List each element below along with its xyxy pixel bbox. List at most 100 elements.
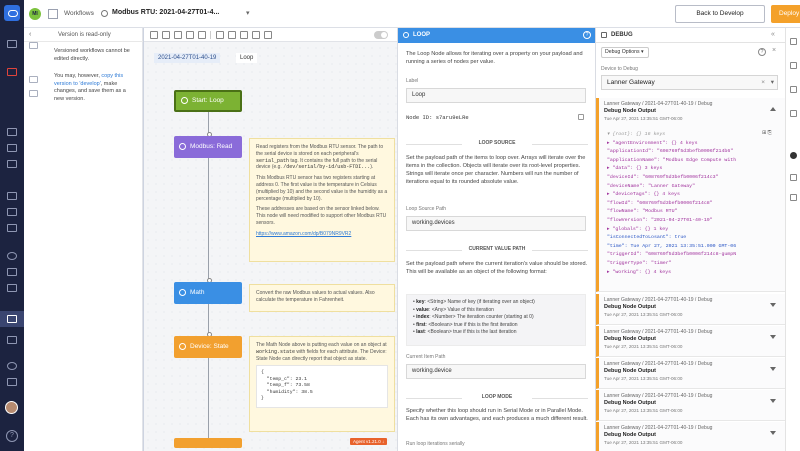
chevron-up-icon[interactable] <box>770 107 776 111</box>
collapse-panel-icon[interactable]: « <box>771 31 775 38</box>
json-row[interactable]: "triggerId": "608769f5d3befb0006f214c8-g… <box>607 251 783 260</box>
label-input[interactable]: Loop <box>406 88 586 103</box>
debug-message-collapsed[interactable]: Lanner Gateway / 2021-04-27T01-40-19 / D… <box>596 358 785 389</box>
math-comment-note[interactable]: Convert the raw Modbus values to actual … <box>249 284 395 312</box>
loop-source-input[interactable]: working.devices <box>406 216 586 231</box>
chevron-down-icon[interactable] <box>770 303 776 307</box>
device-state-node[interactable]: Device: State <box>174 336 242 358</box>
globals-icon[interactable] <box>790 86 797 93</box>
experience-icon[interactable] <box>7 192 17 200</box>
start-loop-node[interactable]: Start: Loop <box>174 90 242 112</box>
modbus-read-node[interactable]: Modbus: Read <box>174 136 242 158</box>
help-icon[interactable]: ? <box>6 430 18 442</box>
json-row[interactable]: ▸ "deviceTags": {} 4 keys <box>607 191 783 200</box>
json-row[interactable]: "time": Tue Apr 27, 2021 13:35:51.000 GM… <box>607 243 783 252</box>
state-comment-note[interactable]: The Math Node above is putting each valu… <box>249 336 395 432</box>
resource-jobs-icon[interactable] <box>7 268 17 276</box>
logic-icon[interactable] <box>29 90 38 97</box>
chevron-down-icon[interactable] <box>770 367 776 371</box>
chevron-down-icon[interactable]: ▾ <box>246 9 250 17</box>
notebooks-icon[interactable] <box>7 252 17 260</box>
debug-message-collapsed[interactable]: Lanner Gateway / 2021-04-27T01-40-19 / D… <box>596 326 785 357</box>
info-icon[interactable] <box>790 152 797 159</box>
triggers-icon[interactable] <box>29 76 38 83</box>
grid-icon[interactable] <box>264 31 272 39</box>
timer-icon[interactable] <box>790 110 797 117</box>
files-icon[interactable] <box>7 208 17 216</box>
settings-icon[interactable] <box>790 38 797 45</box>
tab-version[interactable]: 2021-04-27T01-40-19 <box>154 53 221 63</box>
modbus-comment-note[interactable]: Read registers from the Modbus RTU senso… <box>249 138 395 262</box>
zoom-in-icon[interactable] <box>228 31 236 39</box>
live-toggle[interactable] <box>374 31 388 39</box>
chevron-down-icon[interactable] <box>770 399 776 403</box>
tab-loop[interactable]: Loop <box>236 53 258 63</box>
collapse-arrow-icon[interactable]: ‹ <box>29 31 31 38</box>
workflow-canvas[interactable]: 2021-04-27T01-40-19 Loop Start: Loop Mod… <box>144 28 397 451</box>
sensor-link[interactable]: https://www.amazon.com/dp/B079NR9VR2 <box>256 231 388 238</box>
debug-icon[interactable] <box>790 174 797 181</box>
debug-message-collapsed[interactable]: Lanner Gateway / 2021-04-27T01-40-19 / D… <box>596 390 785 421</box>
chevron-down-icon[interactable] <box>770 335 776 339</box>
delete-icon[interactable] <box>198 31 206 39</box>
devices-icon[interactable] <box>7 128 17 136</box>
json-row[interactable]: "flowId": "608769f5d3befb0006f214c8" <box>607 200 783 209</box>
fit-icon[interactable] <box>252 31 260 39</box>
losant-logo-icon[interactable] <box>4 5 20 21</box>
json-row[interactable]: "isConnectedToLosant": true <box>607 234 783 243</box>
back-to-develop-button[interactable]: Back to Develop <box>675 5 765 23</box>
json-row[interactable]: "deviceId": "608769f5d3befb0006f214c3" <box>607 174 783 183</box>
undo-icon[interactable] <box>150 31 158 39</box>
device-select[interactable]: Lanner Gateway × ▾ <box>601 75 778 90</box>
edge-workflows-icon[interactable] <box>7 315 17 323</box>
json-row[interactable]: ▸ "working": {} 4 keys <box>607 269 783 278</box>
chevron-down-icon[interactable] <box>770 431 776 435</box>
layout-icon[interactable] <box>216 31 224 39</box>
debug-message-collapsed[interactable]: Lanner Gateway / 2021-04-27T01-40-19 / D… <box>596 294 785 325</box>
help-icon[interactable]: ? <box>758 48 766 56</box>
search-icon[interactable] <box>29 42 38 49</box>
current-item-input[interactable]: working.device <box>406 364 586 379</box>
workspace-badge[interactable]: MI <box>29 8 41 20</box>
user-avatar[interactable] <box>5 401 18 414</box>
help-icon[interactable]: ? <box>583 31 591 39</box>
versions-icon[interactable] <box>790 62 797 69</box>
next-node[interactable] <box>174 438 242 448</box>
json-tree[interactable]: ▾ {root}: {} 16 keys ▸ "agentEnvironment… <box>607 131 783 277</box>
json-row[interactable]: "applicationId": "608769f5d3befb0006f214… <box>607 148 783 157</box>
json-row[interactable]: ▸ "globals": {} 1 key <box>607 226 783 235</box>
json-row[interactable]: "triggerType": "timer" <box>607 260 783 269</box>
math-node[interactable]: Math <box>174 282 242 304</box>
paste-icon[interactable] <box>186 31 194 39</box>
breadcrumb-workflows[interactable]: Workflows <box>64 10 94 17</box>
json-row[interactable]: "flowName": "Modbus RTU" <box>607 208 783 217</box>
json-row[interactable]: "applicationName": "Modbus Edge Compute … <box>607 157 783 166</box>
dashboard-icon[interactable] <box>7 40 17 48</box>
json-row[interactable]: "deviceName": "Lanner Gateway" <box>607 183 783 192</box>
clear-messages-icon[interactable]: × <box>772 47 776 54</box>
debug-message-expanded[interactable]: Lanner Gateway / 2021-04-27T01-40-19 / D… <box>596 98 785 292</box>
api-tokens-icon[interactable] <box>7 378 17 386</box>
events-icon[interactable] <box>7 160 17 168</box>
chevron-down-icon[interactable]: ▾ <box>771 76 774 89</box>
workflows-icon[interactable] <box>7 284 17 292</box>
integrations-icon[interactable] <box>7 224 17 232</box>
json-row[interactable]: ▾ {root}: {} 16 keys <box>607 131 783 140</box>
deploy-button[interactable]: Deploy ... <box>771 5 800 23</box>
zoom-out-icon[interactable] <box>240 31 248 39</box>
json-row[interactable]: ▸ "data": {} 3 keys <box>607 165 783 174</box>
debug-message-collapsed[interactable]: Lanner Gateway / 2021-04-27T01-40-19 / D… <box>596 422 785 451</box>
storage-icon[interactable] <box>790 194 797 201</box>
debug-options-dropdown[interactable]: Debug Options ▾ <box>601 47 649 58</box>
json-row[interactable]: ▸ "agentEnvironment": {} 4 keys <box>607 140 783 149</box>
application-settings-icon[interactable] <box>7 336 17 344</box>
json-row[interactable]: "flowVersion": "2021-04-27T01-40-19" <box>607 217 783 226</box>
clear-icon[interactable]: × <box>761 76 765 89</box>
application-cube-icon[interactable] <box>7 68 17 76</box>
connections-icon[interactable] <box>7 362 17 370</box>
copy-icon[interactable] <box>578 114 584 120</box>
workflow-title[interactable]: Modbus RTU: 2021-04-27T01-4... <box>112 9 219 16</box>
app-switcher-icon[interactable] <box>48 9 58 19</box>
loop-mode-hint[interactable]: Run loop iterations serially <box>406 440 588 448</box>
copy-icon[interactable] <box>174 31 182 39</box>
